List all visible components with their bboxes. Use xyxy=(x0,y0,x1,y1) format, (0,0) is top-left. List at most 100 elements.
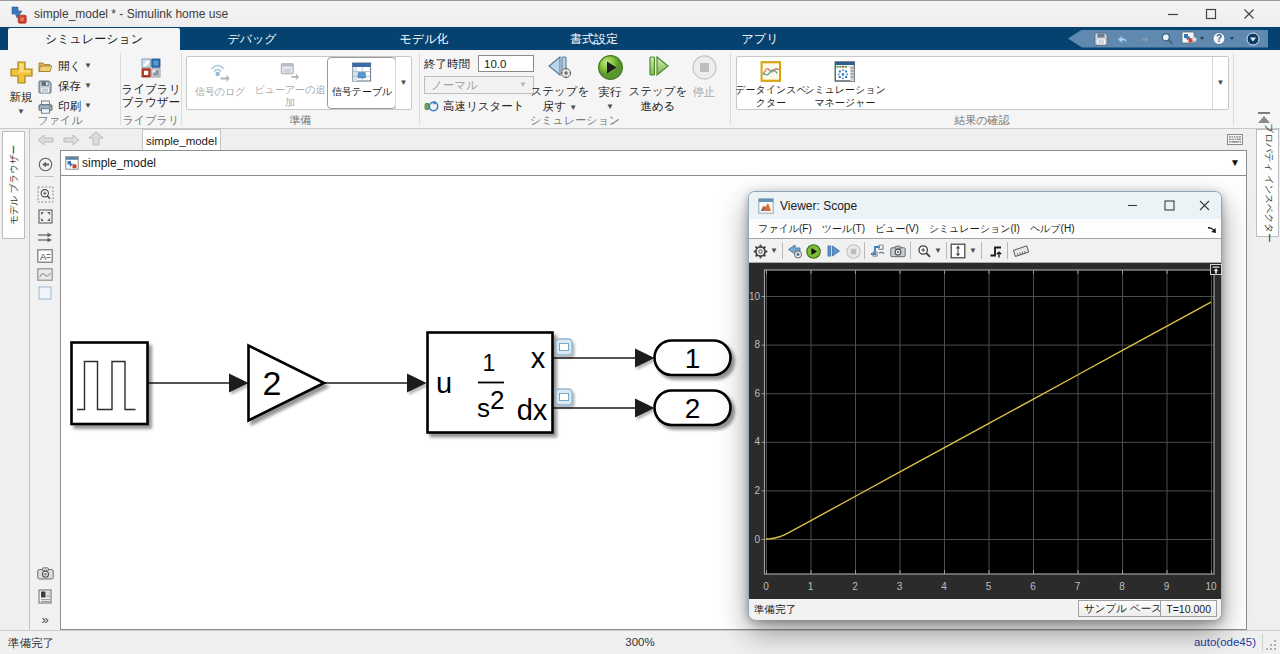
open-button[interactable]: 開く xyxy=(38,59,81,74)
up-arrow-icon xyxy=(88,131,104,146)
prepare-group-label: 準備 xyxy=(182,113,419,128)
quick-undo-button[interactable] xyxy=(1115,31,1130,46)
window-minimize-button[interactable] xyxy=(1154,1,1192,27)
outport-1-block[interactable]: 1 xyxy=(655,341,731,376)
scope-titlebar[interactable]: Viewer: Scope xyxy=(749,192,1221,219)
scope-close-button[interactable] xyxy=(1189,192,1219,218)
scope-dock-icon[interactable] xyxy=(1207,226,1217,234)
fast-restart-button[interactable]: 高速リスタート xyxy=(424,99,525,114)
scope-menu-file[interactable]: ファイル(F) xyxy=(758,222,812,236)
library-browser-button[interactable]: ライブラリ ブラウザー xyxy=(121,58,181,108)
tab-debug[interactable]: デバッグ xyxy=(200,28,304,50)
scope-stop-button[interactable] xyxy=(845,243,861,259)
fit-to-view-button[interactable] xyxy=(34,206,56,226)
signal-selector-icon xyxy=(870,244,886,258)
quick-redo-button[interactable] xyxy=(1137,31,1152,46)
status-solver-link[interactable]: auto(ode45) xyxy=(1194,636,1256,648)
signal-log-button[interactable]: 信号のログ xyxy=(195,57,246,109)
scope-zoom-button[interactable] xyxy=(916,243,932,259)
keyboard-shortcuts-button[interactable] xyxy=(1226,132,1243,147)
document-tab[interactable]: simple_model xyxy=(142,129,221,151)
tab-modeling[interactable]: モデル化 xyxy=(372,28,476,50)
quick-search-button[interactable] xyxy=(1159,31,1174,46)
scope-signal-selector-button[interactable] xyxy=(870,243,886,259)
integrator-block[interactable]: u 1 s 2 x dx xyxy=(428,333,553,433)
window-maximize-button[interactable] xyxy=(1192,1,1230,27)
wire-gain-to-integrator[interactable] xyxy=(324,374,427,393)
scope-settings-caret[interactable]: ▼ xyxy=(769,243,779,259)
scope-fit-to-view-button[interactable] xyxy=(950,243,966,259)
wire-source-to-gain[interactable] xyxy=(147,374,249,393)
viewer-badge-dx[interactable] xyxy=(556,389,572,405)
gain-block[interactable]: 2 xyxy=(249,346,325,421)
new-button[interactable]: 新規 ▼ xyxy=(6,60,36,116)
scope-toolbar-separator xyxy=(782,242,783,259)
palette-expand-button[interactable]: » xyxy=(34,609,56,629)
print-dropdown-caret[interactable]: ▼ xyxy=(84,102,92,110)
quick-help-button[interactable]: ? xyxy=(1212,31,1238,46)
quick-new-model-button[interactable] xyxy=(1181,31,1205,46)
scope-snapshot-button[interactable] xyxy=(890,243,906,259)
scope-plot-area[interactable]: 0123456789100246810 xyxy=(749,263,1221,599)
save-dropdown-caret[interactable]: ▼ xyxy=(84,82,92,90)
mode-combo-caret: ▼ xyxy=(519,81,527,89)
step-forward-button[interactable]: ステップを 進める xyxy=(628,54,688,114)
save-button[interactable]: 保存 xyxy=(38,79,81,94)
scope-menu-view[interactable]: ビュー(V) xyxy=(875,222,919,236)
step-back-button[interactable]: ステップを 戻す ▼ xyxy=(530,54,590,114)
model-browser-tab[interactable]: モデル ブラウザー xyxy=(2,131,25,239)
scope-zoom-caret[interactable]: ▼ xyxy=(933,243,943,259)
nav-up-button[interactable] xyxy=(88,131,104,150)
data-inspector-button[interactable]: データインスペ クター xyxy=(735,57,806,109)
pulse-generator-block[interactable] xyxy=(72,343,148,425)
scope-menu-tools[interactable]: ツール(T) xyxy=(822,222,865,236)
signal-lines-button[interactable] xyxy=(34,227,56,247)
scope-expand-axes-button[interactable] xyxy=(1210,264,1222,275)
scope-trigger-button[interactable] xyxy=(988,243,1004,259)
zoom-indicator-button[interactable] xyxy=(34,184,56,204)
scope-settings-button[interactable] xyxy=(752,243,768,259)
quick-overflow-button[interactable] xyxy=(1245,31,1260,46)
scope-maximize-button[interactable] xyxy=(1154,192,1184,218)
file-group-label: ファイル xyxy=(0,113,120,128)
prepare-gallery-caret[interactable]: ▼ xyxy=(395,57,411,109)
nav-back-button[interactable] xyxy=(37,132,55,150)
image-button[interactable] xyxy=(34,264,56,284)
scope-menu-help[interactable]: ヘルプ(H) xyxy=(1030,222,1075,236)
run-button[interactable]: 実行 ▼ xyxy=(588,54,632,111)
simulation-mode-combo[interactable]: ノーマル ▼ xyxy=(424,76,534,94)
window-close-button[interactable] xyxy=(1230,1,1268,27)
add-viewer-button[interactable]: ビューアーの追 加 xyxy=(255,57,326,109)
signal-table-button[interactable]: 信号テーブル xyxy=(327,57,396,109)
breadcrumb-model-name[interactable]: simple_model xyxy=(82,156,156,170)
tab-format[interactable]: 書式設定 xyxy=(542,28,646,50)
open-dropdown-caret[interactable]: ▼ xyxy=(84,62,92,70)
screenshot-button[interactable] xyxy=(34,563,56,583)
annotation-button[interactable]: A xyxy=(34,246,56,266)
property-inspector-tab[interactable]: プロパティ インスペクター xyxy=(1256,129,1279,237)
scope-run-button[interactable] xyxy=(805,243,821,259)
print-button[interactable]: 印刷 xyxy=(38,99,81,114)
scope-minimize-button[interactable] xyxy=(1117,192,1147,218)
results-gallery-caret[interactable]: ▼ xyxy=(1212,57,1228,109)
results-gallery: データインスペ クター シミュレーション xyxy=(736,56,1229,110)
scope-menu-simulation[interactable]: シミュレーション(I) xyxy=(929,222,1020,236)
tab-apps[interactable]: アプリ xyxy=(712,28,808,50)
area-box-button[interactable] xyxy=(34,283,56,303)
breadcrumb-caret[interactable]: ▼ xyxy=(1230,157,1240,168)
resize-grip-icon[interactable] xyxy=(1266,640,1277,651)
nav-forward-button[interactable] xyxy=(62,132,80,150)
outport-2-block[interactable]: 2 xyxy=(655,391,731,426)
scope-step-forward-button[interactable] xyxy=(825,243,841,259)
scope-highlight-block-button[interactable] xyxy=(787,243,803,259)
stop-time-input[interactable] xyxy=(478,55,534,72)
viewer-badge-x[interactable] xyxy=(556,339,572,355)
scope-fit-caret[interactable]: ▼ xyxy=(968,243,978,259)
simulation-manager-button[interactable]: シミュレーション マネージャー xyxy=(804,57,886,109)
hide-model-browser-button[interactable] xyxy=(34,154,56,174)
report-button[interactable] xyxy=(34,586,56,606)
scope-measurements-button[interactable] xyxy=(1013,243,1029,259)
tab-simulation[interactable]: シミュレーション xyxy=(8,28,180,50)
quick-save-button[interactable] xyxy=(1093,31,1108,46)
stop-button[interactable]: 停止 xyxy=(682,54,726,100)
